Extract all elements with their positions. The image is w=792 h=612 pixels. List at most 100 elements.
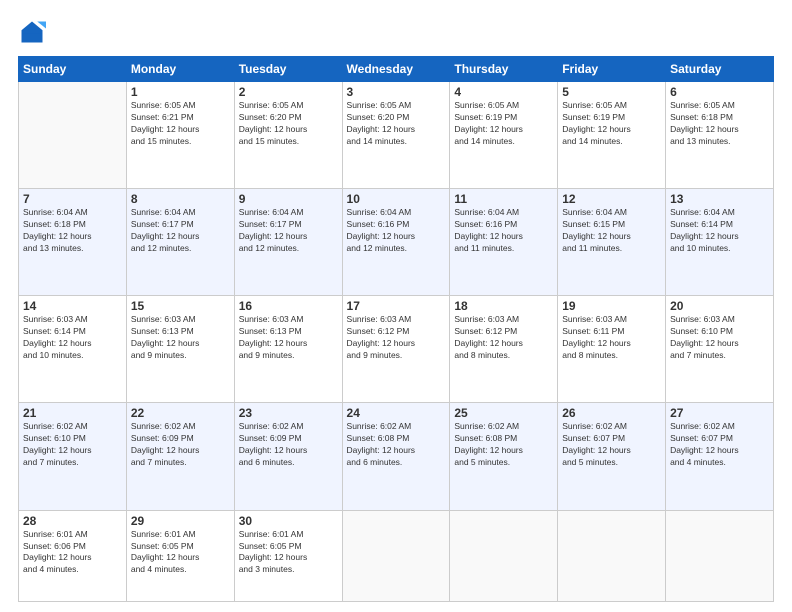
- calendar-cell: [666, 510, 774, 601]
- calendar-cell: 14Sunrise: 6:03 AMSunset: 6:14 PMDayligh…: [19, 296, 127, 403]
- calendar-cell: 23Sunrise: 6:02 AMSunset: 6:09 PMDayligh…: [234, 403, 342, 510]
- day-info: Sunrise: 6:04 AMSunset: 6:18 PMDaylight:…: [23, 207, 122, 255]
- day-info: Sunrise: 6:05 AMSunset: 6:21 PMDaylight:…: [131, 100, 230, 148]
- weekday-header-row: SundayMondayTuesdayWednesdayThursdayFrid…: [19, 57, 774, 82]
- day-info: Sunrise: 6:03 AMSunset: 6:11 PMDaylight:…: [562, 314, 661, 362]
- weekday-header-thursday: Thursday: [450, 57, 558, 82]
- logo: [18, 18, 50, 46]
- day-number: 1: [131, 85, 230, 99]
- calendar-cell: 24Sunrise: 6:02 AMSunset: 6:08 PMDayligh…: [342, 403, 450, 510]
- calendar-body: 1Sunrise: 6:05 AMSunset: 6:21 PMDaylight…: [19, 82, 774, 602]
- calendar-cell: 26Sunrise: 6:02 AMSunset: 6:07 PMDayligh…: [558, 403, 666, 510]
- day-info: Sunrise: 6:04 AMSunset: 6:17 PMDaylight:…: [239, 207, 338, 255]
- day-info: Sunrise: 6:04 AMSunset: 6:14 PMDaylight:…: [670, 207, 769, 255]
- calendar-cell: 8Sunrise: 6:04 AMSunset: 6:17 PMDaylight…: [126, 189, 234, 296]
- weekday-header-monday: Monday: [126, 57, 234, 82]
- day-info: Sunrise: 6:05 AMSunset: 6:19 PMDaylight:…: [454, 100, 553, 148]
- calendar-cell: 29Sunrise: 6:01 AMSunset: 6:05 PMDayligh…: [126, 510, 234, 601]
- calendar-week-row: 28Sunrise: 6:01 AMSunset: 6:06 PMDayligh…: [19, 510, 774, 601]
- day-info: Sunrise: 6:03 AMSunset: 6:10 PMDaylight:…: [670, 314, 769, 362]
- calendar-cell: 2Sunrise: 6:05 AMSunset: 6:20 PMDaylight…: [234, 82, 342, 189]
- calendar-cell: [342, 510, 450, 601]
- day-info: Sunrise: 6:05 AMSunset: 6:19 PMDaylight:…: [562, 100, 661, 148]
- day-number: 19: [562, 299, 661, 313]
- day-info: Sunrise: 6:02 AMSunset: 6:08 PMDaylight:…: [454, 421, 553, 469]
- weekday-header-friday: Friday: [558, 57, 666, 82]
- day-info: Sunrise: 6:02 AMSunset: 6:07 PMDaylight:…: [562, 421, 661, 469]
- day-info: Sunrise: 6:03 AMSunset: 6:12 PMDaylight:…: [454, 314, 553, 362]
- day-number: 5: [562, 85, 661, 99]
- day-info: Sunrise: 6:02 AMSunset: 6:10 PMDaylight:…: [23, 421, 122, 469]
- calendar-week-row: 14Sunrise: 6:03 AMSunset: 6:14 PMDayligh…: [19, 296, 774, 403]
- day-number: 10: [347, 192, 446, 206]
- day-info: Sunrise: 6:02 AMSunset: 6:09 PMDaylight:…: [239, 421, 338, 469]
- day-info: Sunrise: 6:02 AMSunset: 6:08 PMDaylight:…: [347, 421, 446, 469]
- calendar-cell: 3Sunrise: 6:05 AMSunset: 6:20 PMDaylight…: [342, 82, 450, 189]
- calendar-cell: 12Sunrise: 6:04 AMSunset: 6:15 PMDayligh…: [558, 189, 666, 296]
- calendar-week-row: 1Sunrise: 6:05 AMSunset: 6:21 PMDaylight…: [19, 82, 774, 189]
- calendar-cell: 22Sunrise: 6:02 AMSunset: 6:09 PMDayligh…: [126, 403, 234, 510]
- day-number: 3: [347, 85, 446, 99]
- weekday-header-tuesday: Tuesday: [234, 57, 342, 82]
- day-number: 2: [239, 85, 338, 99]
- calendar-cell: 25Sunrise: 6:02 AMSunset: 6:08 PMDayligh…: [450, 403, 558, 510]
- day-info: Sunrise: 6:05 AMSunset: 6:20 PMDaylight:…: [239, 100, 338, 148]
- calendar-cell: 9Sunrise: 6:04 AMSunset: 6:17 PMDaylight…: [234, 189, 342, 296]
- day-number: 27: [670, 406, 769, 420]
- day-number: 8: [131, 192, 230, 206]
- day-info: Sunrise: 6:01 AMSunset: 6:05 PMDaylight:…: [131, 529, 230, 577]
- calendar-header: SundayMondayTuesdayWednesdayThursdayFrid…: [19, 57, 774, 82]
- day-info: Sunrise: 6:05 AMSunset: 6:18 PMDaylight:…: [670, 100, 769, 148]
- day-number: 12: [562, 192, 661, 206]
- day-number: 18: [454, 299, 553, 313]
- day-number: 14: [23, 299, 122, 313]
- calendar-week-row: 7Sunrise: 6:04 AMSunset: 6:18 PMDaylight…: [19, 189, 774, 296]
- calendar-cell: 27Sunrise: 6:02 AMSunset: 6:07 PMDayligh…: [666, 403, 774, 510]
- day-info: Sunrise: 6:03 AMSunset: 6:12 PMDaylight:…: [347, 314, 446, 362]
- calendar-cell: 17Sunrise: 6:03 AMSunset: 6:12 PMDayligh…: [342, 296, 450, 403]
- day-number: 15: [131, 299, 230, 313]
- day-number: 17: [347, 299, 446, 313]
- calendar-cell: 21Sunrise: 6:02 AMSunset: 6:10 PMDayligh…: [19, 403, 127, 510]
- day-info: Sunrise: 6:02 AMSunset: 6:07 PMDaylight:…: [670, 421, 769, 469]
- calendar-cell: [558, 510, 666, 601]
- day-number: 9: [239, 192, 338, 206]
- day-info: Sunrise: 6:04 AMSunset: 6:17 PMDaylight:…: [131, 207, 230, 255]
- day-info: Sunrise: 6:03 AMSunset: 6:14 PMDaylight:…: [23, 314, 122, 362]
- calendar-cell: [19, 82, 127, 189]
- calendar-cell: 30Sunrise: 6:01 AMSunset: 6:05 PMDayligh…: [234, 510, 342, 601]
- weekday-header-saturday: Saturday: [666, 57, 774, 82]
- calendar-cell: 18Sunrise: 6:03 AMSunset: 6:12 PMDayligh…: [450, 296, 558, 403]
- day-info: Sunrise: 6:04 AMSunset: 6:16 PMDaylight:…: [347, 207, 446, 255]
- day-info: Sunrise: 6:01 AMSunset: 6:06 PMDaylight:…: [23, 529, 122, 577]
- calendar-cell: 6Sunrise: 6:05 AMSunset: 6:18 PMDaylight…: [666, 82, 774, 189]
- day-number: 4: [454, 85, 553, 99]
- day-info: Sunrise: 6:01 AMSunset: 6:05 PMDaylight:…: [239, 529, 338, 577]
- calendar-cell: 20Sunrise: 6:03 AMSunset: 6:10 PMDayligh…: [666, 296, 774, 403]
- day-number: 22: [131, 406, 230, 420]
- day-number: 21: [23, 406, 122, 420]
- day-number: 23: [239, 406, 338, 420]
- day-number: 16: [239, 299, 338, 313]
- day-info: Sunrise: 6:02 AMSunset: 6:09 PMDaylight:…: [131, 421, 230, 469]
- calendar-cell: 19Sunrise: 6:03 AMSunset: 6:11 PMDayligh…: [558, 296, 666, 403]
- calendar-cell: 16Sunrise: 6:03 AMSunset: 6:13 PMDayligh…: [234, 296, 342, 403]
- day-info: Sunrise: 6:04 AMSunset: 6:15 PMDaylight:…: [562, 207, 661, 255]
- calendar-cell: 15Sunrise: 6:03 AMSunset: 6:13 PMDayligh…: [126, 296, 234, 403]
- calendar-cell: 5Sunrise: 6:05 AMSunset: 6:19 PMDaylight…: [558, 82, 666, 189]
- calendar-week-row: 21Sunrise: 6:02 AMSunset: 6:10 PMDayligh…: [19, 403, 774, 510]
- day-number: 13: [670, 192, 769, 206]
- weekday-header-sunday: Sunday: [19, 57, 127, 82]
- day-number: 28: [23, 514, 122, 528]
- day-info: Sunrise: 6:04 AMSunset: 6:16 PMDaylight:…: [454, 207, 553, 255]
- calendar-cell: 13Sunrise: 6:04 AMSunset: 6:14 PMDayligh…: [666, 189, 774, 296]
- day-number: 20: [670, 299, 769, 313]
- calendar-cell: 28Sunrise: 6:01 AMSunset: 6:06 PMDayligh…: [19, 510, 127, 601]
- weekday-header-wednesday: Wednesday: [342, 57, 450, 82]
- calendar-cell: 11Sunrise: 6:04 AMSunset: 6:16 PMDayligh…: [450, 189, 558, 296]
- day-info: Sunrise: 6:03 AMSunset: 6:13 PMDaylight:…: [239, 314, 338, 362]
- header: [18, 18, 774, 46]
- logo-icon: [18, 18, 46, 46]
- day-number: 29: [131, 514, 230, 528]
- day-info: Sunrise: 6:05 AMSunset: 6:20 PMDaylight:…: [347, 100, 446, 148]
